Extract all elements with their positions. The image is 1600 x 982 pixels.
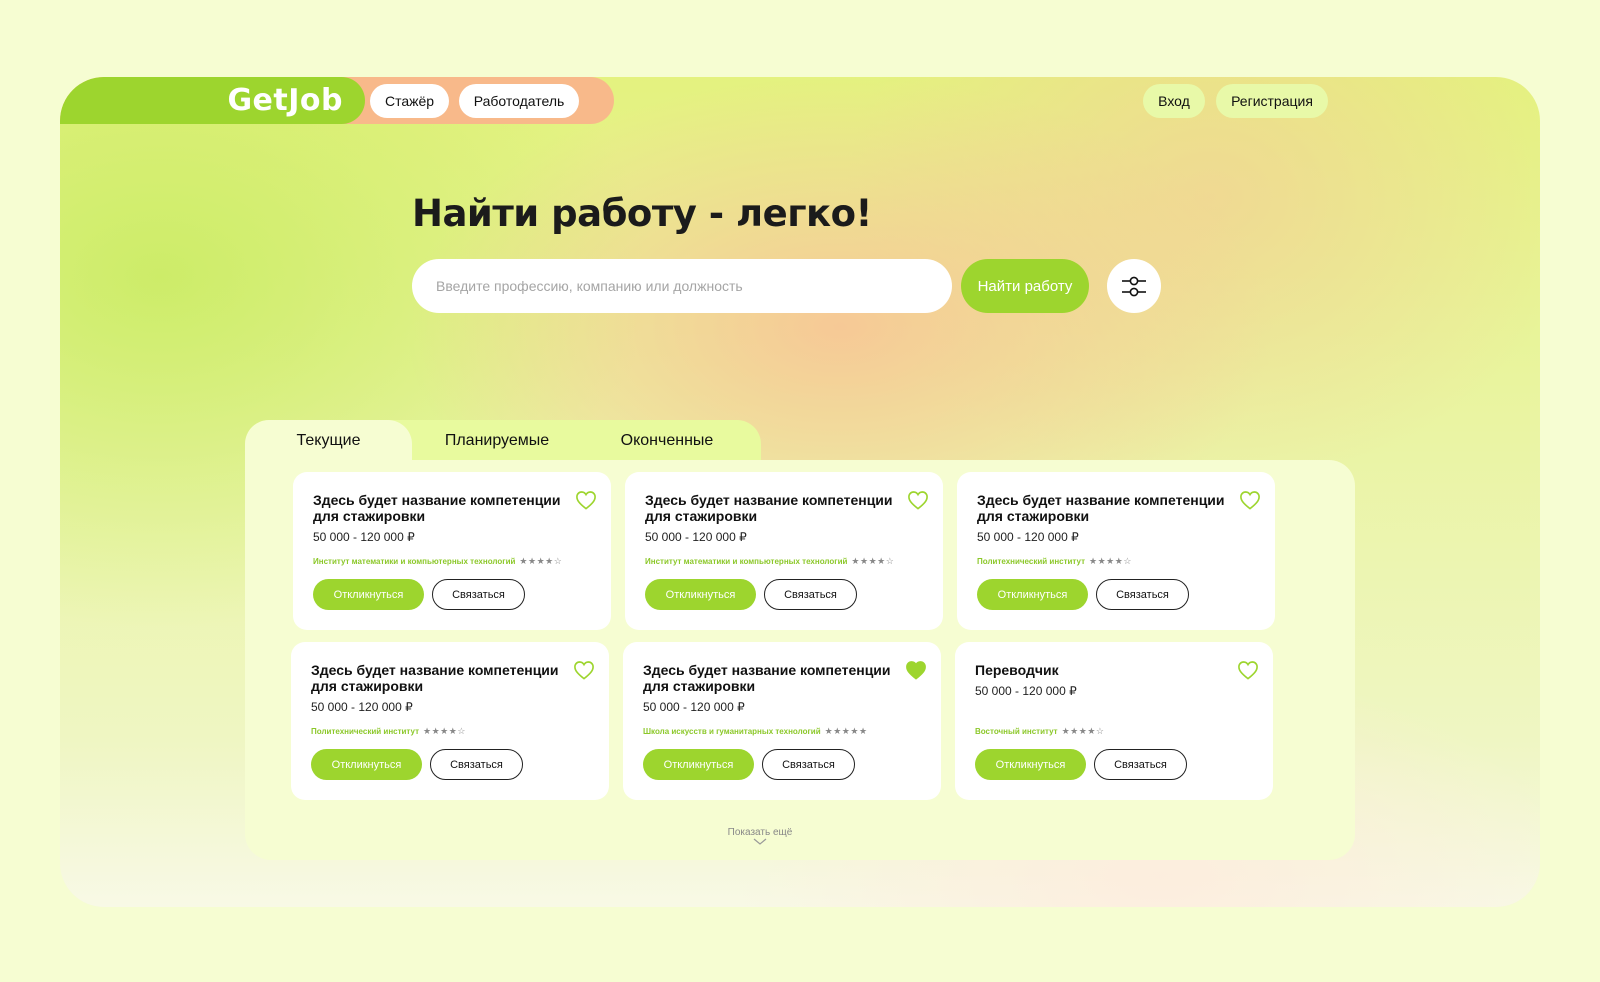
star-icon: ★	[545, 556, 554, 566]
vacancy-card[interactable]: Здесь будет название компетенции для ста…	[625, 472, 943, 630]
show-more-button[interactable]: Показать ещё	[716, 827, 804, 846]
heart-icon[interactable]	[905, 660, 927, 680]
card-salary: 50 000 - 120 000 ₽	[645, 530, 747, 544]
filter-button[interactable]	[1107, 259, 1161, 313]
rating-stars: ★★★★☆	[1089, 556, 1132, 567]
star-icon: ☆	[1123, 556, 1132, 566]
star-icon: ★	[1087, 726, 1096, 736]
contact-button[interactable]: Связаться	[1096, 579, 1189, 610]
star-icon: ★	[1061, 726, 1071, 736]
star-icon: ★	[536, 556, 546, 566]
nav-intern[interactable]: Стажёр	[370, 84, 449, 118]
card-institute-row: Институт математики и компьютерных техно…	[645, 556, 894, 567]
card-institute[interactable]: Институт математики и компьютерных техно…	[313, 557, 515, 566]
contact-button[interactable]: Связаться	[432, 579, 525, 610]
card-institute[interactable]: Школа искусств и гуманитарных технологий	[643, 727, 821, 736]
rating-stars: ★★★★☆	[519, 556, 562, 567]
tab-finished[interactable]: Оконченные	[582, 420, 752, 462]
card-institute[interactable]: Восточный институт	[975, 727, 1058, 736]
logo[interactable]: GetJob	[227, 83, 343, 118]
app-frame: GetJob Стажёр Работодатель Вход Регистра…	[60, 77, 1540, 907]
card-institute-row: Институт математики и компьютерных техно…	[313, 556, 562, 567]
login-button[interactable]: Вход	[1143, 84, 1205, 118]
heart-icon[interactable]	[1237, 660, 1259, 680]
star-icon: ★	[860, 556, 869, 566]
star-icon: ★	[868, 556, 878, 566]
logo-container[interactable]: GetJob	[60, 77, 365, 124]
heart-icon[interactable]	[1239, 490, 1261, 510]
star-icon: ★	[858, 726, 868, 736]
vacancy-card[interactable]: Здесь будет название компетенции для ста…	[623, 642, 941, 800]
star-icon: ★	[833, 726, 842, 736]
star-icon: ★	[440, 726, 449, 736]
vacancy-card[interactable]: Здесь будет название компетенции для ста…	[293, 472, 611, 630]
page-title: Найти работу - легко!	[412, 192, 872, 235]
card-institute[interactable]: Политехнический институт	[311, 727, 419, 736]
card-salary: 50 000 - 120 000 ₽	[643, 700, 745, 714]
card-title[interactable]: Здесь будет название компетенции для ста…	[643, 662, 899, 694]
card-institute-row: Восточный институт ★★★★☆	[975, 726, 1104, 737]
contact-button[interactable]: Связаться	[762, 749, 855, 780]
rating-stars: ★★★★☆	[423, 726, 466, 737]
star-icon: ★	[519, 556, 528, 566]
star-icon: ☆	[1095, 726, 1105, 736]
star-icon: ★	[850, 726, 859, 736]
tab-planned[interactable]: Планируемые	[412, 420, 582, 462]
rating-stars: ★★★★★	[825, 726, 868, 737]
vacancy-card[interactable]: Переводчик 50 000 - 120 000 ₽ Восточный ин…	[955, 642, 1273, 800]
star-icon: ★	[431, 726, 441, 736]
card-title[interactable]: Здесь будет название компетенции для ста…	[645, 492, 901, 524]
apply-button[interactable]: Откликнуться	[313, 579, 424, 610]
apply-button[interactable]: Откликнуться	[643, 749, 754, 780]
card-salary: 50 000 - 120 000 ₽	[977, 530, 1079, 544]
apply-button[interactable]: Откликнуться	[645, 579, 756, 610]
tabs-bar: Текущие Планируемые Оконченные	[245, 420, 761, 462]
contact-button[interactable]: Связаться	[764, 579, 857, 610]
card-salary: 50 000 - 120 000 ₽	[311, 700, 413, 714]
tab-current[interactable]: Текущие	[245, 420, 412, 462]
card-institute[interactable]: Политехнический институт	[977, 557, 1085, 566]
star-icon: ★	[423, 726, 432, 736]
star-icon: ★	[1106, 556, 1115, 566]
register-button[interactable]: Регистрация	[1216, 84, 1328, 118]
card-title[interactable]: Здесь будет название компетенции для ста…	[313, 492, 569, 524]
rating-stars: ★★★★☆	[1062, 726, 1105, 737]
star-icon: ☆	[885, 556, 895, 566]
heart-icon[interactable]	[573, 660, 595, 680]
nav-employer[interactable]: Работодатель	[459, 84, 579, 118]
show-more-label: Показать ещё	[727, 827, 793, 838]
card-salary: 50 000 - 120 000 ₽	[975, 684, 1077, 698]
card-institute-row: Политехнический институт ★★★★☆	[311, 726, 466, 737]
sliders-icon	[1122, 276, 1146, 297]
contact-button[interactable]: Связаться	[1094, 749, 1187, 780]
card-institute[interactable]: Институт математики и компьютерных техно…	[645, 557, 847, 566]
rating-stars: ★★★★☆	[851, 556, 894, 567]
contact-button[interactable]: Связаться	[430, 749, 523, 780]
heart-icon[interactable]	[907, 490, 929, 510]
apply-button[interactable]: Откликнуться	[311, 749, 422, 780]
star-icon: ★	[1097, 556, 1107, 566]
star-icon: ★	[824, 726, 834, 736]
star-icon: ☆	[553, 556, 563, 566]
star-icon: ★	[851, 556, 860, 566]
star-icon: ☆	[457, 726, 466, 736]
card-title[interactable]: Здесь будет название компетенции для ста…	[311, 662, 567, 694]
card-title[interactable]: Переводчик	[975, 662, 1231, 678]
chevron-down-icon	[753, 838, 767, 845]
star-icon: ★	[1070, 726, 1079, 736]
star-icon: ★	[528, 556, 537, 566]
card-institute-row: Политехнический институт ★★★★☆	[977, 556, 1132, 567]
star-icon: ★	[877, 556, 886, 566]
vacancy-card[interactable]: Здесь будет название компетенции для ста…	[957, 472, 1275, 630]
card-title[interactable]: Здесь будет название компетенции для ста…	[977, 492, 1233, 524]
card-institute-row: Школа искусств и гуманитарных технологий…	[643, 726, 868, 737]
star-icon: ★	[1089, 556, 1098, 566]
apply-button[interactable]: Откликнуться	[977, 579, 1088, 610]
search-input[interactable]	[412, 259, 952, 313]
vacancy-card[interactable]: Здесь будет название компетенции для ста…	[291, 642, 609, 800]
search-button[interactable]: Найти работу	[961, 259, 1089, 313]
heart-icon[interactable]	[575, 490, 597, 510]
apply-button[interactable]: Откликнуться	[975, 749, 1086, 780]
card-salary: 50 000 - 120 000 ₽	[313, 530, 415, 544]
